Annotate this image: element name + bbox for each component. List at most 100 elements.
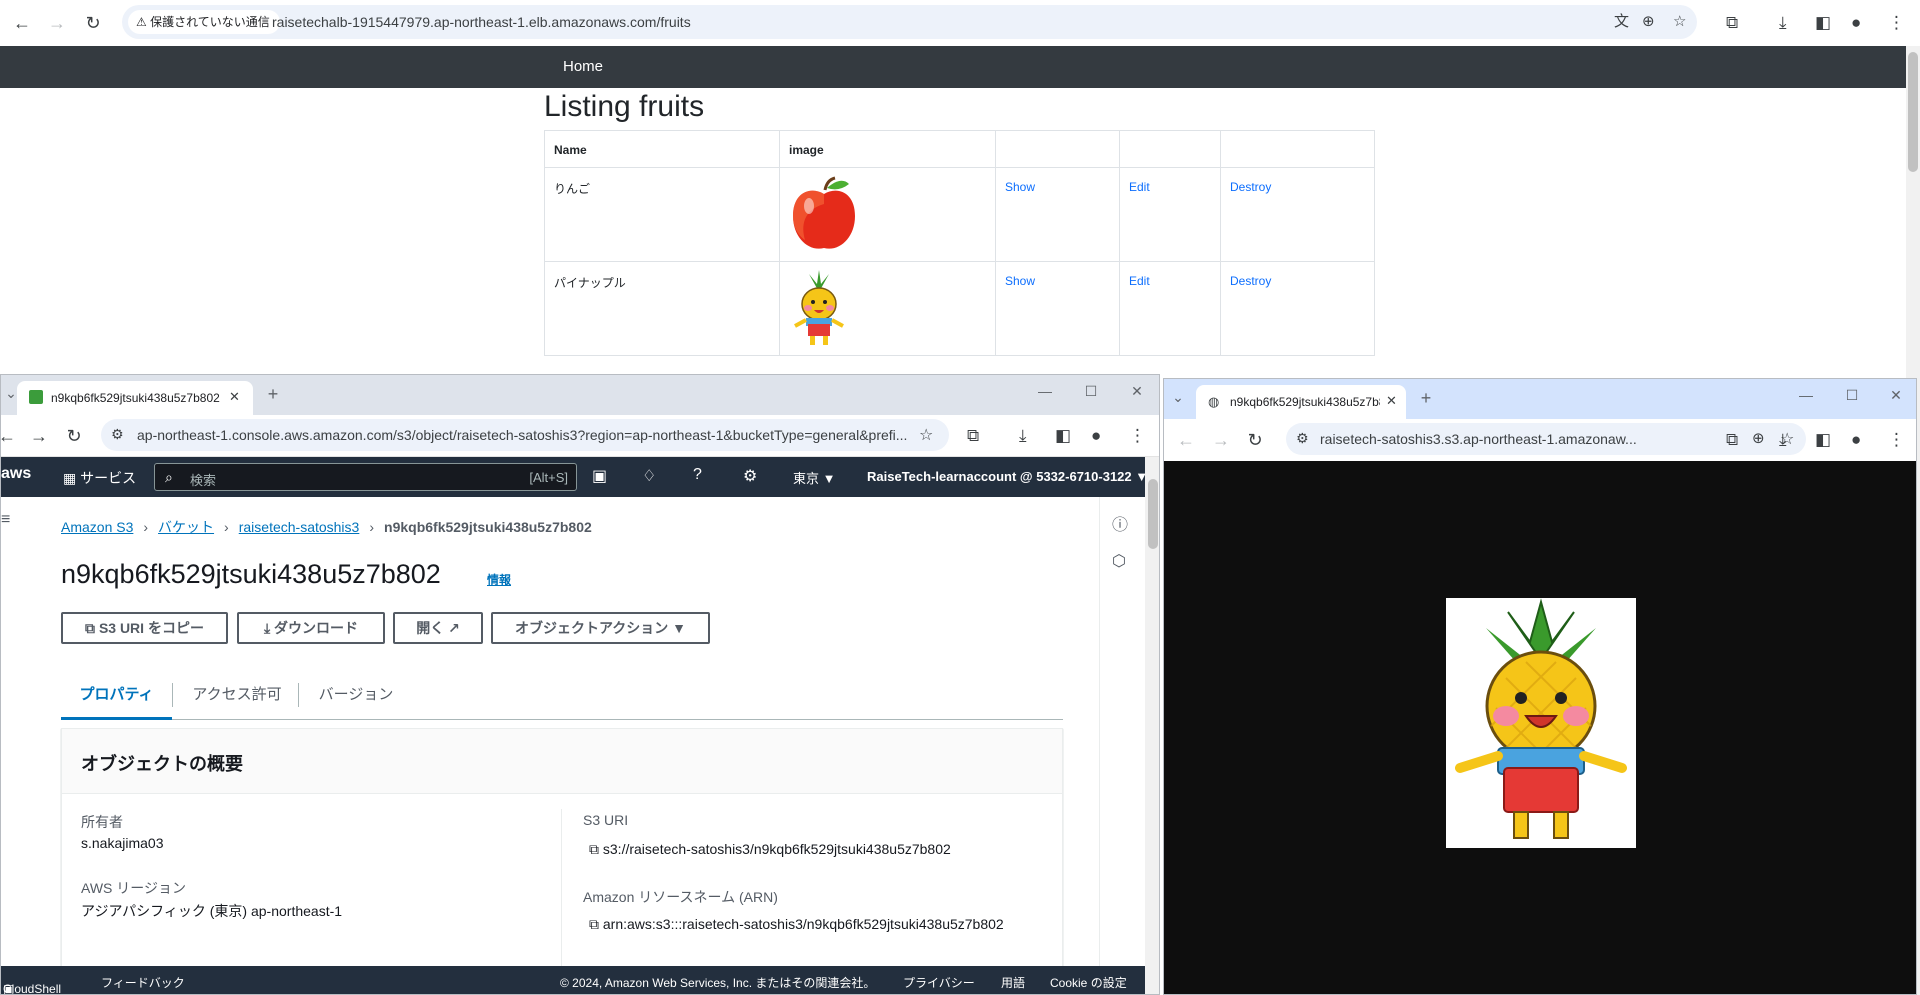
copy-icon[interactable]: ⧉	[589, 841, 603, 857]
side-panel-icon[interactable]: ◧	[1815, 11, 1831, 35]
object-actions-button[interactable]: オブジェクトアクション ▼	[491, 612, 710, 644]
search-input[interactable]: ⌕ 検索 [Alt+S]	[154, 463, 577, 491]
terms-link[interactable]: 用語	[1001, 974, 1025, 991]
aws-scrollbar[interactable]	[1145, 457, 1159, 994]
extensions-icon[interactable]: ⧉	[967, 424, 979, 448]
breadcrumb-s3[interactable]: Amazon S3	[61, 519, 133, 535]
forward-icon[interactable]: →	[45, 11, 69, 35]
new-tab-icon[interactable]: +	[263, 384, 283, 405]
bookmark-star-icon[interactable]: ☆	[1673, 11, 1686, 33]
forward-icon[interactable]: →	[27, 424, 51, 448]
region-selector[interactable]: 東京 ▼	[793, 468, 835, 487]
reload-icon[interactable]: ↻	[1243, 428, 1267, 452]
chevron-right-icon: ›	[369, 519, 375, 535]
info-panel-icon[interactable]: ⓘ	[1112, 511, 1128, 535]
back-icon[interactable]: ←	[10, 11, 34, 35]
side-panel-icon[interactable]: ◧	[1055, 424, 1071, 448]
search-icon: ⌕	[165, 469, 173, 485]
cloudshell-icon[interactable]: ▣	[592, 466, 607, 486]
chevron-right-icon: ›	[143, 519, 149, 535]
back-icon[interactable]: ←	[1, 424, 19, 448]
edit-link[interactable]: Edit	[1129, 180, 1150, 194]
info-link[interactable]: 情報	[487, 571, 511, 588]
security-chip[interactable]: ⚠ 保護されていない通信	[128, 10, 280, 34]
zoom-icon[interactable]: ⊕	[1752, 429, 1765, 447]
download-icon[interactable]: ⤓	[1019, 424, 1027, 448]
breadcrumb-buckets[interactable]: バケット	[158, 519, 214, 535]
profile-avatar[interactable]: ●	[1091, 424, 1101, 448]
hexagon-icon[interactable]: ⬡	[1112, 551, 1126, 571]
maximize-icon[interactable]: ☐	[1081, 383, 1101, 400]
tab-versions[interactable]: バージョン	[301, 669, 411, 720]
scrollbar-thumb[interactable]	[1908, 52, 1918, 172]
aws-content: ≡ Amazon S3 › バケット › raisetech-satoshis3 › n9k…	[1, 497, 1099, 989]
minimize-icon[interactable]: —	[1035, 383, 1055, 399]
profile-avatar[interactable]: ●	[1851, 428, 1861, 452]
hamburger-icon[interactable]: ≡	[1, 511, 10, 529]
destroy-link[interactable]: Destroy	[1230, 180, 1271, 194]
menu-icon[interactable]: ⋮	[1888, 428, 1905, 452]
tab-search-icon[interactable]: ⌄	[1168, 389, 1188, 406]
browser-tab[interactable]: n9kqb6fk529jtsuki438u5z7b802 ✕	[17, 381, 253, 415]
profile-avatar[interactable]: ●	[1851, 11, 1861, 35]
address-bar[interactable]: ⚙ ap-northeast-1.console.aws.amazon.com/…	[101, 419, 949, 451]
tab-permissions[interactable]: アクセス許可	[175, 669, 299, 720]
settings-icon[interactable]: ⚙	[743, 466, 757, 486]
download-icon[interactable]: ⤓	[1779, 11, 1787, 35]
aws-logo[interactable]: aws	[1, 465, 31, 483]
browser-tab[interactable]: ◍ n9kqb6fk529jtsuki438u5z7b802 ✕	[1196, 385, 1406, 419]
tab-close-icon[interactable]: ✕	[229, 389, 240, 405]
arn-value[interactable]: ⧉ arn:aws:s3:::raisetech-satoshis3/n9kqb…	[589, 916, 1004, 933]
address-bar[interactable]: ⚠ 保護されていない通信 raisetechalb-1915447979.ap-…	[122, 5, 1697, 39]
url-text[interactable]: raisetechalb-1915447979.ap-northeast-1.e…	[272, 5, 691, 39]
tab-strip: ⌄ n9kqb6fk529jtsuki438u5z7b802 ✕ + — ☐ ✕	[1, 375, 1159, 415]
menu-icon[interactable]: ⋮	[1888, 11, 1905, 35]
url-text[interactable]: raisetech-satoshis3.s3.ap-northeast-1.am…	[1320, 423, 1748, 455]
extensions-icon[interactable]: ⧉	[1726, 428, 1738, 452]
bookmark-star-icon[interactable]: ☆	[919, 425, 933, 445]
close-window-icon[interactable]: ✕	[1886, 387, 1906, 404]
show-link[interactable]: Show	[1005, 180, 1035, 194]
account-menu[interactable]: RaiseTech-learnaccount @ 5332-6710-3122 …	[867, 469, 1148, 484]
nav-home-link[interactable]: Home	[563, 58, 603, 75]
forward-icon[interactable]: →	[1209, 428, 1233, 452]
back-icon[interactable]: ←	[1174, 428, 1198, 452]
privacy-link[interactable]: プライバシー	[903, 974, 975, 991]
feedback-link[interactable]: フィードバック	[101, 974, 185, 991]
download-icon[interactable]: ⤓	[1779, 428, 1787, 452]
show-link[interactable]: Show	[1005, 274, 1035, 288]
destroy-link[interactable]: Destroy	[1230, 274, 1271, 288]
download-button[interactable]: ⤓ ダウンロード	[237, 612, 385, 644]
site-info-icon[interactable]: ⚙	[111, 426, 124, 443]
tab-close-icon[interactable]: ✕	[1386, 393, 1397, 409]
side-panel-icon[interactable]: ◧	[1815, 428, 1831, 452]
breadcrumb-bucket[interactable]: raisetech-satoshis3	[239, 519, 360, 535]
help-icon[interactable]: ?	[693, 466, 702, 484]
maximize-icon[interactable]: ☐	[1842, 387, 1862, 404]
translate-icon[interactable]: 文	[1614, 11, 1629, 33]
zoom-icon[interactable]: ⊕	[1642, 11, 1655, 33]
tab-properties[interactable]: プロパティ	[61, 669, 172, 720]
cookie-settings-link[interactable]: Cookie の設定	[1050, 974, 1127, 991]
reload-icon[interactable]: ↻	[81, 11, 105, 35]
s3-uri-value[interactable]: ⧉ s3://raisetech-satoshis3/n9kqb6fk529jt…	[589, 841, 951, 858]
owner-label: 所有者	[81, 814, 123, 830]
edit-link[interactable]: Edit	[1129, 274, 1150, 288]
menu-icon[interactable]: ⋮	[1129, 424, 1146, 448]
copy-icon[interactable]: ⧉	[589, 916, 603, 932]
extensions-icon[interactable]: ⧉	[1726, 11, 1738, 35]
site-info-icon[interactable]: ⚙	[1296, 430, 1309, 447]
download-icon: ⤓	[263, 620, 275, 636]
owner-value: s.nakajima03	[81, 835, 164, 851]
services-menu[interactable]: ▦ サービス	[63, 468, 136, 488]
new-tab-icon[interactable]: +	[1416, 388, 1436, 409]
notifications-icon[interactable]: ♢	[642, 466, 656, 486]
minimize-icon[interactable]: —	[1796, 387, 1816, 403]
close-window-icon[interactable]: ✕	[1127, 383, 1147, 400]
url-text[interactable]: ap-northeast-1.console.aws.amazon.com/s3…	[137, 419, 915, 451]
copyright-text: © 2024, Amazon Web Services, Inc. またはその関…	[560, 976, 876, 990]
scrollbar-thumb[interactable]	[1148, 479, 1158, 549]
reload-icon[interactable]: ↻	[62, 424, 86, 448]
open-button[interactable]: 開く ↗	[393, 612, 483, 644]
copy-s3-uri-button[interactable]: ⧉ S3 URI をコピー	[61, 612, 228, 644]
